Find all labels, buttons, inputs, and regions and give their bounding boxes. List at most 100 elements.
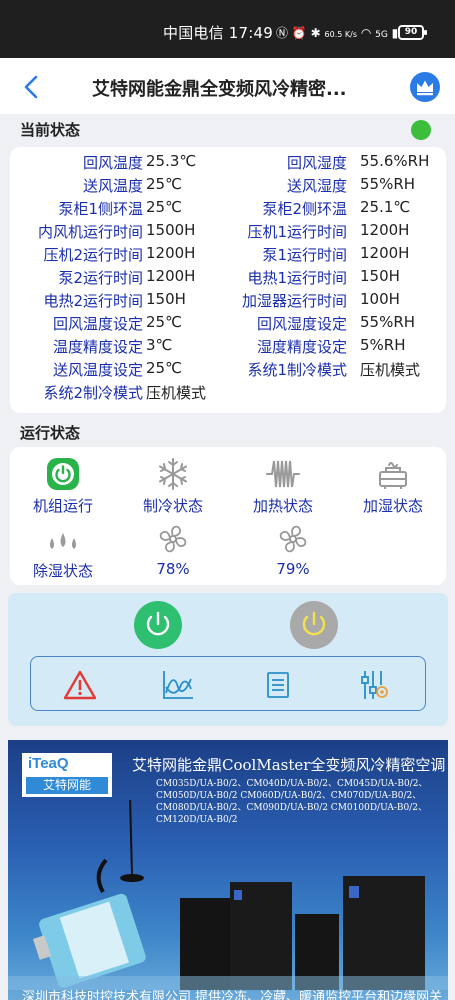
- product-illustration: [8, 800, 448, 990]
- function-toolbar: [30, 656, 426, 711]
- battery-icon: 90: [398, 25, 427, 40]
- run-item-dehumidify: 除湿状态: [13, 522, 113, 581]
- param-label: 送风湿度: [286, 177, 347, 195]
- power-on-button[interactable]: [134, 601, 182, 649]
- param-value: 100H: [360, 290, 400, 308]
- param-label: 送风温度: [82, 177, 143, 195]
- status-icons: Ⓝ ⏰ ✱ 60.5 K/s ◠ 5G ▮: [276, 24, 398, 41]
- power-icon: [46, 457, 80, 491]
- param-value: 1200H: [360, 221, 410, 239]
- param-value: 25.3℃: [146, 152, 197, 170]
- run-item-heating: 加热状态: [233, 457, 333, 516]
- param-row: 内风机运行时间 1500H 压机1运行时间 1200H: [10, 221, 446, 244]
- run-item-fan-1: 78%: [123, 522, 223, 578]
- product-banner[interactable]: iTeaQ 艾特网能 艾特网能金鼎CoolMaster全变频风冷精密空调 CM0…: [8, 740, 448, 1000]
- snowflake-icon: [156, 457, 190, 491]
- banner-title: 艾特网能金鼎CoolMaster全变频风冷精密空调: [132, 756, 446, 774]
- run-item-fan-2: 79%: [243, 522, 343, 578]
- back-button[interactable]: [18, 73, 46, 101]
- param-label: 泵1运行时间: [262, 246, 347, 264]
- trend-chart-icon: [163, 671, 193, 699]
- chevron-left-icon: [24, 75, 38, 99]
- param-row: 回风温度设定 25℃ 回风湿度设定 55%RH: [10, 313, 446, 336]
- param-value: 5%RH: [360, 336, 406, 354]
- param-label: 泵2运行时间: [58, 269, 143, 287]
- carrier-time: 中国电信 17:49: [163, 24, 273, 42]
- banner-footer: 深圳市科技时控技术有限公司 提供冷冻、冷藏、暖通监控平台和边缘网关: [22, 990, 443, 1000]
- param-label: 压机1运行时间: [247, 223, 347, 241]
- param-label: 回风温度: [82, 154, 143, 172]
- signal-label: 5G: [375, 30, 388, 40]
- brand-logo-cn: 艾特网能: [26, 777, 108, 794]
- heater-coil-icon: [266, 457, 300, 491]
- param-row: 电热2运行时间 150H 加湿器运行时间 100H: [10, 290, 446, 313]
- param-value: 1200H: [146, 267, 196, 285]
- bluetooth-icon: ✱: [310, 26, 321, 40]
- humidifier-icon: [376, 457, 410, 491]
- nfc-icon: Ⓝ: [276, 26, 289, 40]
- param-value: 1200H: [360, 244, 410, 262]
- navigation-bar: 艾特网能金鼎全变频风冷精密...: [0, 58, 455, 114]
- fan-speed-1: 78%: [156, 560, 190, 578]
- param-value: 55.6%RH: [360, 152, 430, 170]
- param-value: 25.1℃: [360, 198, 411, 216]
- net-speed: 60.5 K/s: [324, 30, 357, 39]
- online-status-indicator: [411, 120, 431, 140]
- settings-sliders-icon: [361, 671, 388, 699]
- param-value: 150H: [360, 267, 400, 285]
- current-status-header: 当前状态: [20, 121, 81, 139]
- system-status-bar: 中国电信 17:49 Ⓝ ⏰ ✱ 60.5 K/s ◠ 5G ▮ 90: [0, 0, 455, 58]
- param-value: 1200H: [146, 244, 196, 262]
- param-value: 25℃: [146, 198, 182, 216]
- param-value: 55%RH: [360, 175, 416, 193]
- run-item-label: 制冷状态: [142, 497, 203, 515]
- param-value: 25℃: [146, 313, 182, 331]
- wifi-icon: ◠: [360, 26, 372, 40]
- alarm-icon: [63, 670, 97, 700]
- param-label: 回风湿度设定: [256, 315, 347, 333]
- param-label: 回风温度设定: [52, 315, 143, 333]
- alarm-clock-icon: ⏰: [291, 26, 307, 40]
- vip-button[interactable]: [410, 72, 440, 102]
- crown-icon: [417, 80, 433, 96]
- power-icon: [146, 611, 170, 636]
- param-value: 25℃: [146, 175, 182, 193]
- water-drops-icon: [46, 522, 80, 556]
- param-label: 送风温度设定: [52, 361, 143, 379]
- param-row: 系统2制冷模式 压机模式: [10, 382, 446, 405]
- page-title: 艾特网能金鼎全变频风冷精密...: [92, 79, 347, 100]
- param-value: 55%RH: [360, 313, 416, 331]
- param-label: 湿度精度设定: [256, 338, 347, 356]
- param-value: 压机模式: [146, 384, 207, 402]
- power-off-button[interactable]: [290, 601, 338, 649]
- fan-icon: [156, 522, 190, 556]
- run-status-header: 运行状态: [20, 424, 81, 442]
- fan-speed-2: 79%: [276, 560, 310, 578]
- param-label: 温度精度设定: [52, 338, 143, 356]
- alarm-button[interactable]: [63, 669, 97, 701]
- run-item-label: 加湿状态: [362, 497, 423, 515]
- param-row: 泵2运行时间 1200H 电热1运行时间 150H: [10, 267, 446, 290]
- param-label: 压机2运行时间: [43, 246, 143, 264]
- param-label: 泵柜1侧环温: [58, 200, 143, 218]
- param-value: 压机模式: [360, 361, 421, 379]
- param-label: 回风湿度: [286, 154, 347, 172]
- run-item-label: 加热状态: [252, 497, 313, 515]
- param-label: 加湿器运行时间: [241, 292, 347, 310]
- param-label: 电热2运行时间: [43, 292, 143, 310]
- param-label: 内风机运行时间: [37, 223, 143, 241]
- param-row: 温度精度设定 3℃ 湿度精度设定 5%RH: [10, 336, 446, 359]
- list-icon: [267, 672, 289, 698]
- param-row: 送风温度设定 25℃ 系统1制冷模式 压机模式: [10, 359, 446, 382]
- settings-button[interactable]: [357, 669, 391, 701]
- param-label: 电热1运行时间: [247, 269, 347, 287]
- param-row: 送风温度 25℃ 送风湿度 55%RH: [10, 175, 446, 198]
- records-button[interactable]: [261, 669, 295, 701]
- brand-logo-text: iTeaQ: [28, 755, 69, 772]
- fan-icon: [276, 522, 310, 556]
- param-value: 1500H: [146, 221, 196, 239]
- run-item-label: 除湿状态: [32, 562, 93, 580]
- run-status-card: 机组运行 制冷状态 加热状态 加湿状态 除湿状态 78% 79%: [10, 447, 446, 585]
- param-row: 泵柜1侧环温 25℃ 泵柜2侧环温 25.1℃: [10, 198, 446, 221]
- trend-button[interactable]: [161, 669, 195, 701]
